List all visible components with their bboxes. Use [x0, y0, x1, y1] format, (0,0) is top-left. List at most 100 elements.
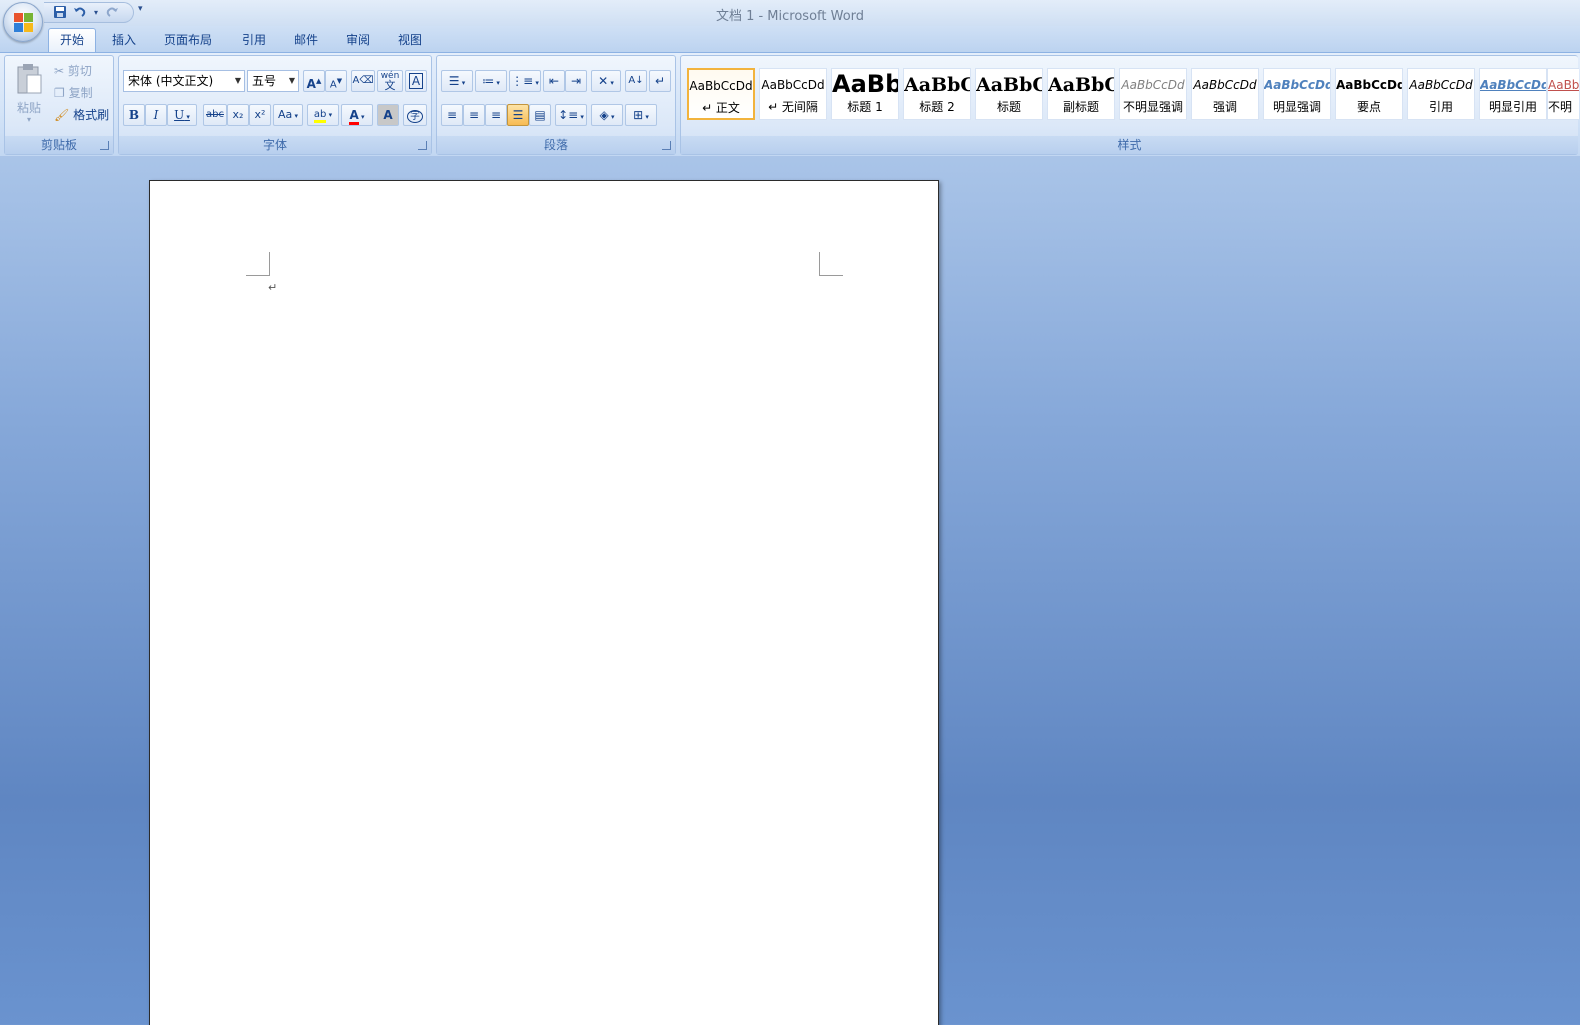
style-tile-subtle-reference[interactable]: AaBb 不明 [1547, 68, 1579, 120]
tab-mailings[interactable]: 邮件 [286, 31, 326, 52]
enclose-characters-button[interactable]: 字 [403, 104, 427, 126]
multilevel-list-icon: ⋮≡ [511, 74, 534, 88]
tab-insert[interactable]: 插入 [104, 31, 144, 52]
line-spacing-button[interactable]: ↕≡ ▾ [555, 104, 587, 126]
style-tile-heading-2[interactable]: AaBbC 标题 2 [903, 68, 971, 120]
align-left-button[interactable]: ≡ [441, 104, 463, 126]
ribbon-tabs: 开始 插入 页面布局 引用 邮件 审阅 视图 [0, 26, 1580, 52]
align-center-icon: ≡ [468, 108, 480, 122]
multilevel-list-button[interactable]: ⋮≡ ▾ [509, 70, 541, 92]
style-tile-quote[interactable]: AaBbCcDd 引用 [1407, 68, 1475, 120]
grow-font-button[interactable]: A▲ [303, 70, 325, 92]
paste-label: 粘贴 [16, 101, 41, 115]
shrink-font-button[interactable]: A▼ [325, 70, 347, 92]
distributed-icon: ▤ [534, 108, 546, 122]
style-tile-heading-1[interactable]: AaBb 标题 1 [831, 68, 899, 120]
bold-button[interactable]: B [123, 104, 145, 126]
format-painter-button[interactable]: 🖌 格式刷 [53, 104, 113, 126]
title-bar: 文档 1 - Microsoft Word [0, 0, 1580, 26]
office-button[interactable] [3, 2, 43, 42]
subscript-button[interactable]: x₂ [227, 104, 249, 126]
window-title: 文档 1 - Microsoft Word [715, 9, 865, 24]
styles-group-label: 样式 [681, 136, 1578, 154]
justify-button[interactable]: ☰ [507, 104, 529, 126]
show-marks-button[interactable]: ↵ [649, 70, 671, 92]
undo-icon[interactable] [72, 5, 88, 21]
align-center-button[interactable]: ≡ [463, 104, 485, 126]
chinese-layout-icon: ✕ [598, 74, 609, 88]
paragraph-launcher-icon[interactable] [662, 141, 671, 150]
style-tile-intense-emphasis[interactable]: AaBbCcDd 明显强调 [1263, 68, 1331, 120]
align-right-button[interactable]: ≡ [485, 104, 507, 126]
style-tile-subtitle[interactable]: AaBbC 副标题 [1047, 68, 1115, 120]
decrease-indent-button[interactable]: ⇤ [543, 70, 565, 92]
character-border-button[interactable]: A [405, 70, 427, 92]
highlighter-icon: ab [313, 109, 327, 123]
numbered-list-icon: ≔ [482, 74, 495, 88]
style-tile-subtle-emphasis[interactable]: AaBbCcDd 不明显强调 [1119, 68, 1187, 120]
style-tile-intense-quote[interactable]: AaBbCcDd 明显引用 [1479, 68, 1547, 120]
tab-home[interactable]: 开始 [48, 28, 96, 52]
copy-icon: ❐ [54, 86, 65, 100]
increase-indent-button[interactable]: ⇥ [565, 70, 587, 92]
superscript-button[interactable]: x² [249, 104, 271, 126]
font-size-combo[interactable]: 五号 ▼ [247, 70, 299, 92]
italic-button[interactable]: I [145, 104, 167, 126]
tab-view[interactable]: 视图 [390, 31, 430, 52]
align-left-icon: ≡ [446, 108, 458, 122]
chevron-down-icon: ▼ [288, 76, 295, 85]
scissors-icon: ✂ [54, 64, 65, 78]
tab-page-layout[interactable]: 页面布局 [158, 31, 218, 52]
style-tile-normal[interactable]: AaBbCcDd ↵ 正文 [687, 68, 755, 120]
phonetic-guide-button[interactable]: wén 文 [377, 70, 403, 92]
redo-icon[interactable] [104, 5, 120, 21]
bullets-button[interactable]: ☰ ▾ [441, 70, 473, 92]
crop-mark-top-left [246, 252, 270, 276]
justify-icon: ☰ [512, 108, 524, 122]
font-group-label: 字体 [119, 136, 431, 154]
style-tile-emphasis[interactable]: AaBbCcDd 强调 [1191, 68, 1259, 120]
sort-button[interactable]: A↓ [625, 70, 647, 92]
borders-button[interactable]: ⊞ ▾ [625, 104, 657, 126]
line-spacing-icon: ↕≡ [558, 108, 579, 122]
office-logo-icon [14, 13, 34, 33]
font-launcher-icon[interactable] [418, 141, 427, 150]
change-case-button[interactable]: Aa ▾ [273, 104, 303, 126]
document-page[interactable]: ↵ [149, 180, 939, 1025]
copy-button[interactable]: ❐ 复制 [53, 82, 111, 104]
highlight-button[interactable]: ab ▾ [307, 104, 339, 126]
save-icon[interactable] [52, 5, 68, 21]
clipboard-group: 粘贴 ▾ ✂ 剪切 ❐ 复制 🖌 格式刷 剪贴板 [4, 55, 114, 155]
numbering-button[interactable]: ≔ ▾ [475, 70, 507, 92]
paintbrush-icon: 🖌 [54, 108, 70, 122]
character-shading-button[interactable]: A [377, 104, 399, 126]
indent-icon: ⇥ [570, 74, 582, 88]
borders-icon: ⊞ [633, 108, 644, 122]
underline-button[interactable]: U ▾ [167, 104, 197, 126]
outdent-icon: ⇤ [548, 74, 560, 88]
style-tile-strong[interactable]: AaBbCcDd 要点 [1335, 68, 1403, 120]
paste-button[interactable]: 粘贴 ▾ [9, 60, 49, 130]
undo-dropdown-icon[interactable]: ▾ [88, 5, 104, 21]
tab-review[interactable]: 审阅 [338, 31, 378, 52]
tab-references[interactable]: 引用 [234, 31, 274, 52]
paragraph-mark: ↵ [268, 281, 278, 294]
distributed-button[interactable]: ▤ [529, 104, 551, 126]
style-tile-no-spacing[interactable]: AaBbCcDd ↵ 无间隔 [759, 68, 827, 120]
strikethrough-button[interactable]: abc [203, 104, 227, 126]
shading-button[interactable]: ◈ ▾ [591, 104, 623, 126]
font-color-button[interactable]: A ▾ [341, 104, 373, 126]
paragraph-group-label: 段落 [437, 136, 675, 154]
quick-access-toolbar: ▾ [44, 2, 134, 23]
style-tile-title[interactable]: AaBbC 标题 [975, 68, 1043, 120]
cut-button[interactable]: ✂ 剪切 [53, 60, 111, 82]
font-name-combo[interactable]: 宋体 (中文正文) ▼ [123, 70, 245, 92]
align-right-icon: ≡ [490, 108, 502, 122]
chinese-layout-button[interactable]: ✕ ▾ [591, 70, 621, 92]
chevron-down-icon: ▼ [234, 76, 241, 85]
clipboard-launcher-icon[interactable] [100, 141, 109, 150]
styles-group: AaBbCcDd ↵ 正文 AaBbCcDd ↵ 无间隔 AaBb 标题 1 A… [680, 55, 1579, 155]
font-group: 宋体 (中文正文) ▼ 五号 ▼ A▲ A▼ A⌫ wén 文 A B I U ▾ a… [118, 55, 432, 155]
customize-qat-icon[interactable]: ▾ [138, 4, 143, 14]
clear-formatting-button[interactable]: A⌫ [351, 70, 375, 92]
